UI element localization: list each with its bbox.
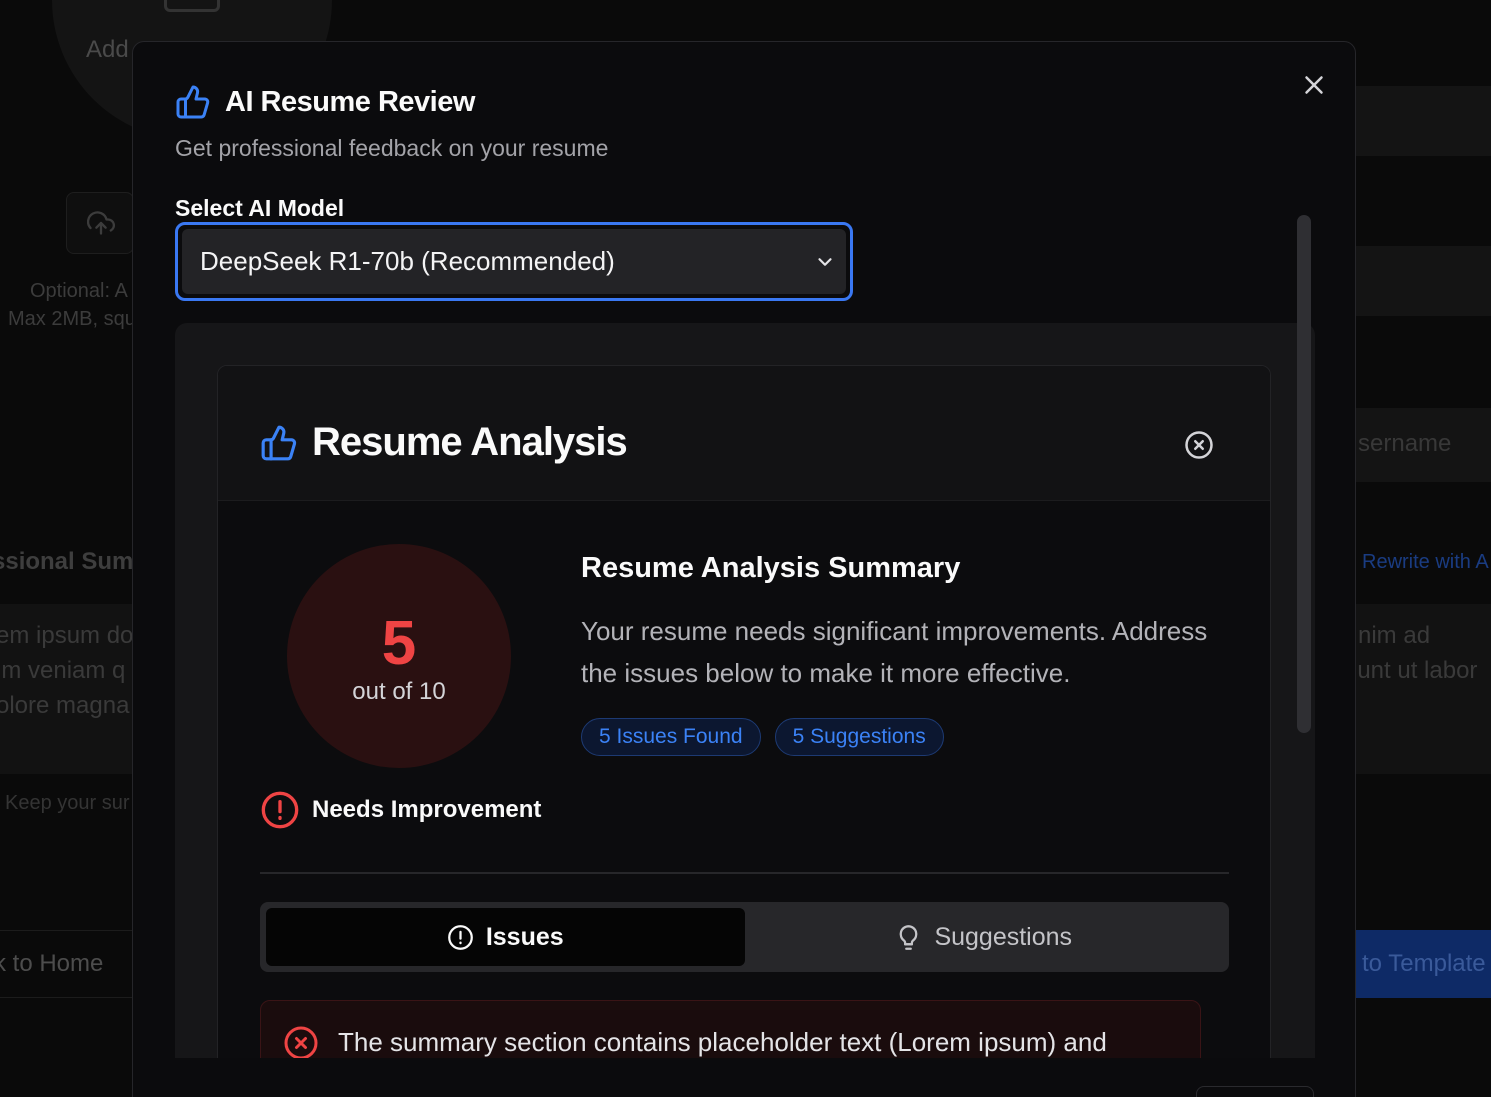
to-template-label: to Template bbox=[1362, 950, 1486, 977]
tab-suggestions[interactable]: Suggestions bbox=[745, 908, 1224, 966]
upload-cloud-icon bbox=[87, 211, 115, 235]
upload-button bbox=[66, 192, 134, 254]
upload-hint-line2: Max 2MB, squ bbox=[8, 308, 136, 330]
scrollbar[interactable] bbox=[1297, 215, 1311, 733]
resume-analysis-card: Resume Analysis 5 out of 10 Needs Improv… bbox=[217, 365, 1271, 1058]
lorem-line-2: im veniam q bbox=[0, 657, 126, 684]
circle-x-icon bbox=[284, 1026, 318, 1058]
score-circle: 5 out of 10 bbox=[287, 544, 511, 768]
circle-x-icon[interactable] bbox=[1184, 430, 1214, 460]
thumbs-up-icon bbox=[176, 85, 210, 119]
image-icon bbox=[164, 0, 220, 12]
lightbulb-icon bbox=[900, 924, 918, 950]
status-label: Needs Improvement bbox=[312, 796, 542, 823]
divider bbox=[260, 872, 1229, 874]
model-select[interactable]: DeepSeek R1-70b (Recommended) bbox=[182, 229, 846, 294]
dialog-subtitle: Get professional feedback on your resume bbox=[175, 135, 609, 161]
dialog-title: AI Resume Review bbox=[225, 85, 475, 118]
tab-suggestions-label: Suggestions bbox=[934, 922, 1073, 951]
bg-input-1 bbox=[1356, 86, 1491, 156]
rewrite-with-ai-link: Rewrite with A bbox=[1362, 551, 1489, 573]
model-select-value: DeepSeek R1-70b (Recommended) bbox=[200, 246, 615, 276]
lorem-line-1: em ipsum do bbox=[0, 622, 134, 649]
page: Add Optional: A Max 2MB, squ ssional Sum… bbox=[0, 0, 1491, 1097]
analysis-title: Resume Analysis bbox=[312, 420, 628, 464]
to-template-button: to Template bbox=[1354, 930, 1491, 998]
issue-item: The summary section contains placeholder… bbox=[260, 1000, 1201, 1058]
model-select-focus-ring: DeepSeek R1-70b (Recommended) bbox=[175, 222, 853, 301]
suggestions-count-badge: 5 Suggestions bbox=[774, 718, 944, 756]
model-select-label: Select AI Model bbox=[175, 195, 345, 221]
dialog-header: AI Resume Review bbox=[175, 84, 475, 120]
issues-count-badge: 5 Issues Found bbox=[581, 718, 761, 756]
lorem-right-line-2: lunt ut labor bbox=[1352, 657, 1478, 684]
summary-title: Resume Analysis Summary bbox=[581, 552, 961, 584]
issue-text: The summary section contains placeholder… bbox=[338, 1027, 1107, 1057]
upload-hint-line1: Optional: A bbox=[30, 280, 128, 302]
ai-resume-review-dialog: AI Resume Review Get professional feedba… bbox=[132, 41, 1356, 1097]
score-scale: out of 10 bbox=[352, 678, 446, 705]
lorem-line-3: olore magna bbox=[0, 692, 130, 719]
add-photo-label: Add bbox=[86, 36, 129, 63]
badges: 5 Issues Found 5 Suggestions bbox=[581, 718, 944, 756]
analysis-title-row: Resume Analysis bbox=[260, 420, 628, 465]
lorem-right-line-1: nim ad bbox=[1358, 622, 1431, 649]
back-to-home-button: k to Home bbox=[0, 950, 104, 977]
alert-circle-icon bbox=[447, 924, 473, 950]
summary-hint: Keep your sur bbox=[5, 792, 130, 814]
thumbs-up-icon bbox=[261, 425, 297, 460]
alert-circle-icon bbox=[261, 791, 299, 829]
username-input-placeholder: sername bbox=[1358, 430, 1452, 457]
tab-issues[interactable]: Issues bbox=[266, 908, 745, 966]
summary-text: Your resume needs significant improvemen… bbox=[581, 616, 1208, 688]
status-row: Needs Improvement bbox=[260, 790, 541, 830]
bg-input-2 bbox=[1356, 246, 1491, 316]
close-icon[interactable] bbox=[1299, 70, 1329, 100]
results-scroll-area: Resume Analysis 5 out of 10 Needs Improv… bbox=[175, 323, 1315, 1058]
analysis-card-header: Resume Analysis bbox=[218, 366, 1270, 501]
footer-button[interactable] bbox=[1196, 1086, 1314, 1097]
analysis-tabs: Issues Suggestions bbox=[260, 902, 1229, 972]
score-value: 5 bbox=[381, 609, 417, 678]
tab-issues-label: Issues bbox=[485, 922, 564, 951]
chevron-down-icon bbox=[818, 258, 832, 266]
